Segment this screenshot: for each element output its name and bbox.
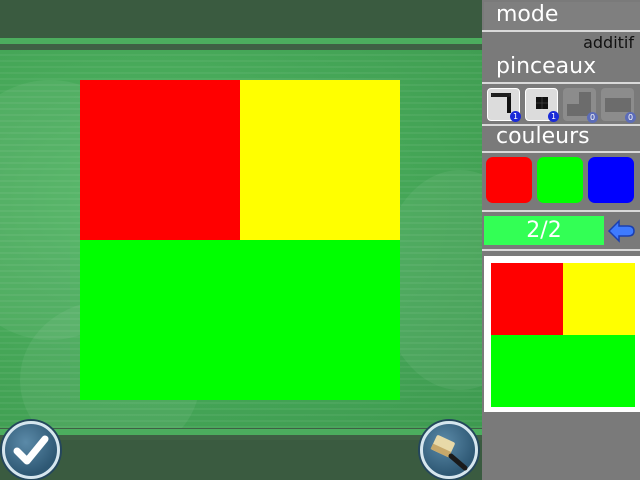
brush-locked-1[interactable]: 0	[563, 88, 598, 123]
canvas-cell-0-1[interactable]	[240, 80, 400, 240]
top-stripe	[0, 38, 482, 44]
clear-brush-button[interactable]	[420, 421, 478, 479]
color-swatch-blue[interactable]	[588, 157, 634, 203]
brush-count-badge: 1	[548, 111, 559, 122]
canvas-cell-1-1[interactable]	[240, 240, 400, 400]
bottom-band	[0, 440, 482, 480]
brush-count-badge: 0	[625, 112, 636, 123]
target-preview	[491, 263, 635, 407]
checkmark-icon	[13, 435, 49, 465]
preview-cell-1-0	[491, 335, 563, 407]
brush-count-badge: 0	[587, 112, 598, 123]
color-swatch-green[interactable]	[537, 157, 583, 203]
target-preview-frame	[484, 256, 640, 412]
colors-title: couleurs	[496, 124, 590, 149]
brush-small[interactable]: 1	[525, 88, 559, 122]
validate-button[interactable]	[2, 421, 60, 479]
bottom-stripe	[0, 429, 482, 435]
mode-title: mode	[484, 2, 640, 30]
canvas-cell-1-0[interactable]	[80, 240, 240, 400]
brushes-title: pinceaux	[496, 54, 597, 79]
drawing-canvas[interactable]	[80, 80, 400, 400]
preview-cell-0-1	[563, 263, 635, 335]
color-swatch-red[interactable]	[486, 157, 532, 203]
brush-locked-2[interactable]: 0	[601, 88, 636, 123]
brush-count-badge: 1	[510, 111, 521, 122]
mode-value[interactable]: additif	[583, 33, 634, 52]
top-band	[0, 0, 482, 38]
back-arrow-icon	[607, 219, 635, 243]
level-progress: 2/2	[484, 216, 604, 245]
preview-cell-0-0	[491, 263, 563, 335]
canvas-cell-0-0[interactable]	[80, 80, 240, 240]
preview-cell-1-1	[563, 335, 635, 407]
play-area	[0, 0, 482, 480]
brush-large[interactable]: 1	[487, 88, 521, 122]
back-button[interactable]	[606, 217, 636, 245]
brush-eraser-icon	[430, 435, 468, 471]
